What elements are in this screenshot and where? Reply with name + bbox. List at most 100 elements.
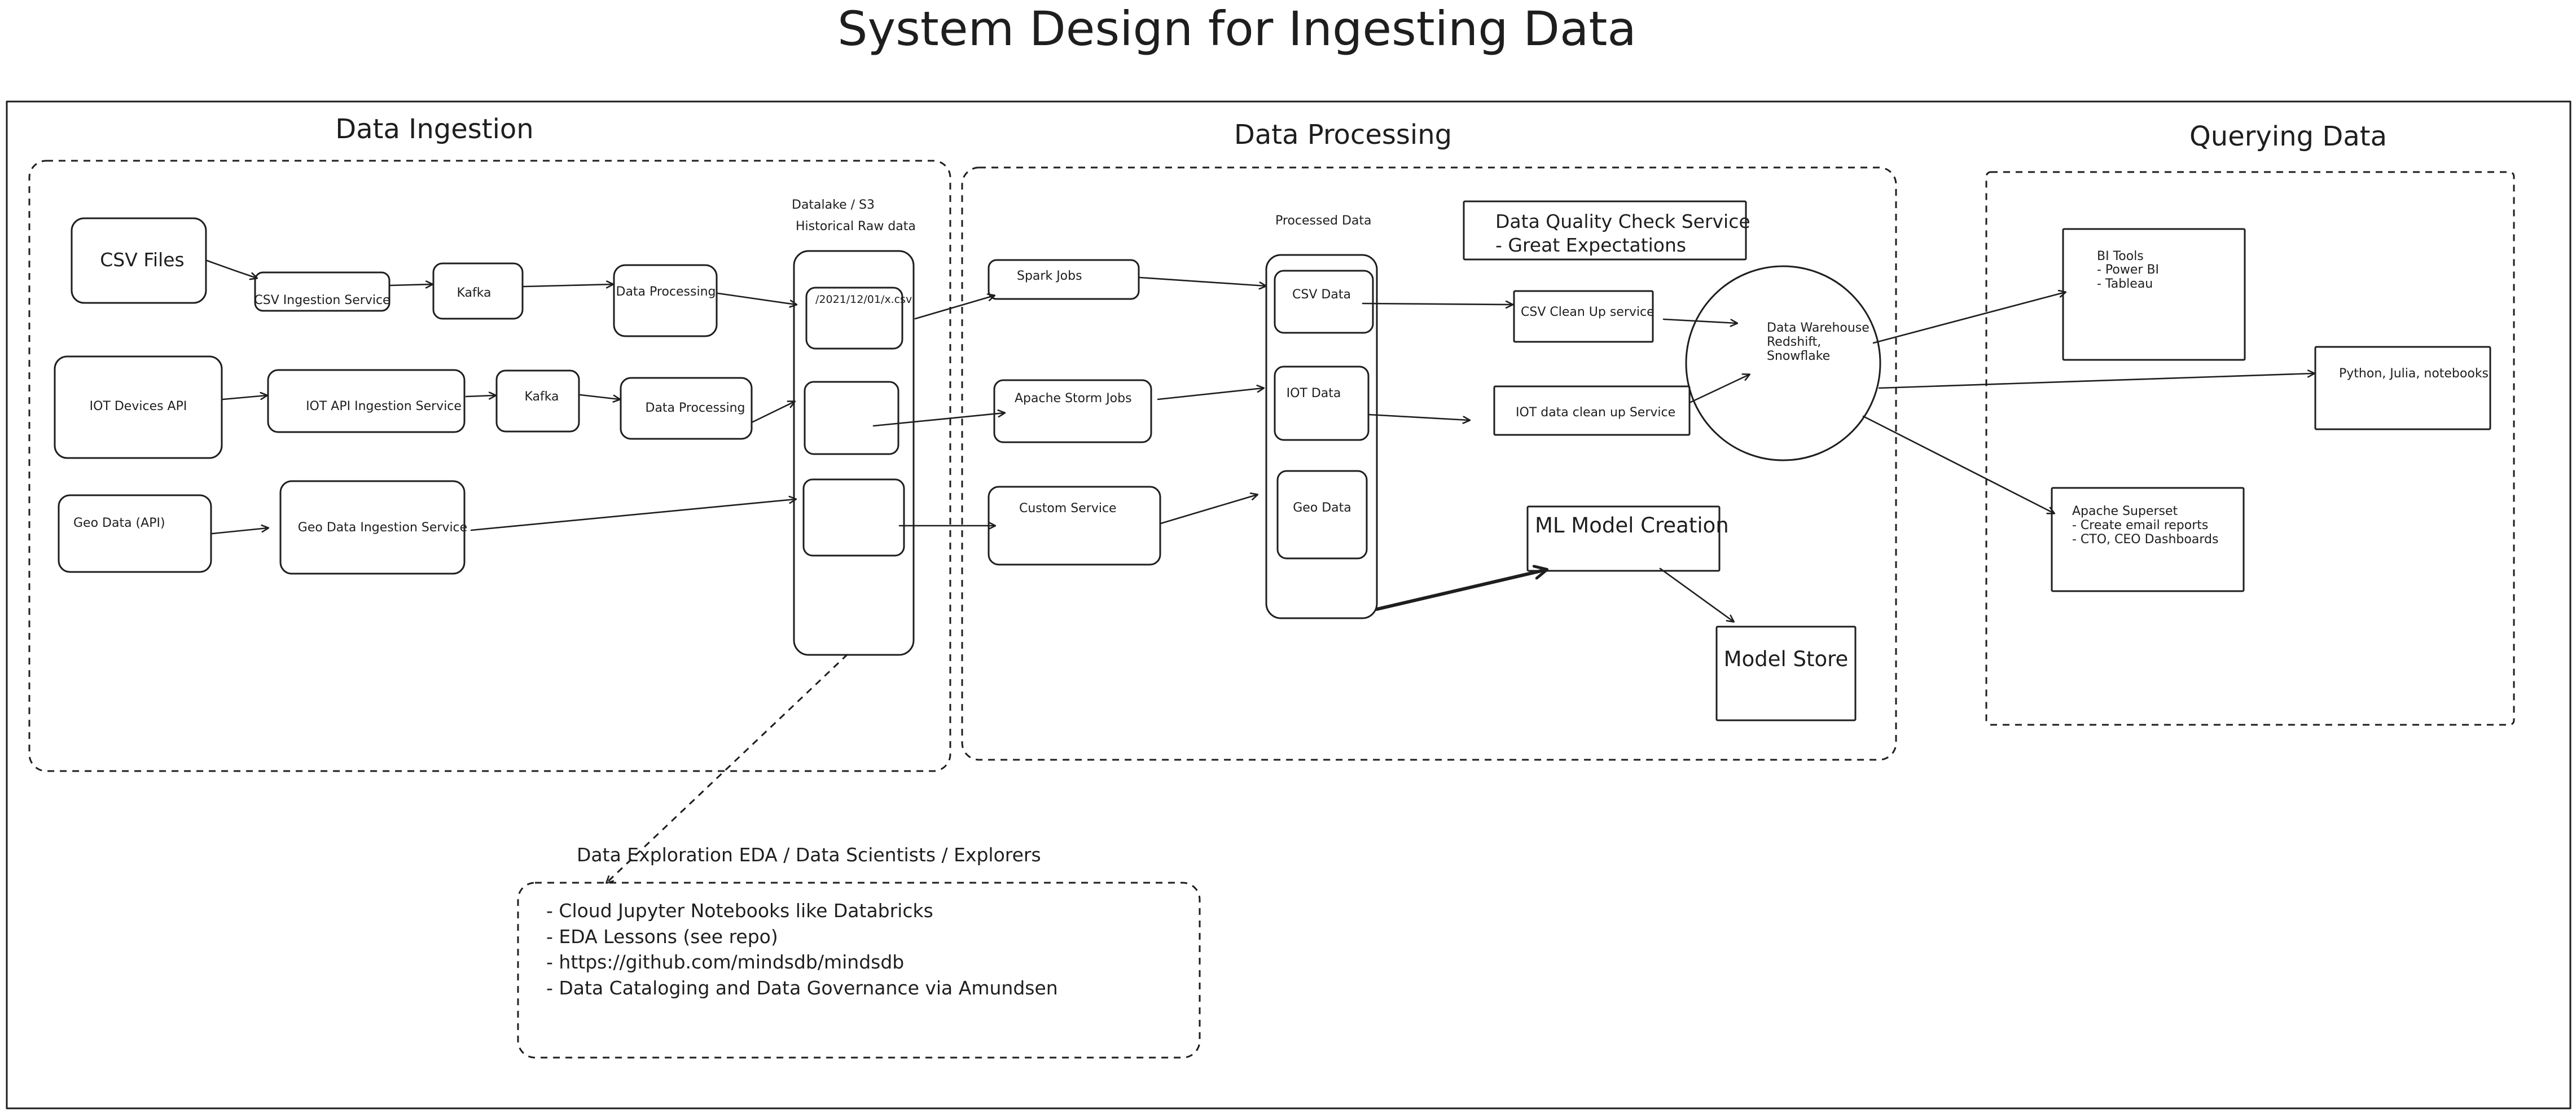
- data-quality-check-node: Data Quality Check Service - Great Expec…: [1463, 200, 1750, 261]
- ml-model-creation-node: ML Model Creation: [1526, 505, 1729, 572]
- data-processing-2-label: Data Processing: [646, 401, 745, 415]
- arrow-geo-api-to-ingestion: [211, 528, 268, 535]
- arrow-csv-ingestion-to-kafka: [389, 284, 432, 285]
- iot-data-label: IOT Data: [1287, 386, 1341, 400]
- csv-cleanup-label: CSV Clean Up service: [1521, 305, 1655, 319]
- arrow-kafka-to-processing-1: [523, 284, 613, 287]
- apache-superset-node: Apache Superset - Create email reports -…: [2051, 487, 2245, 592]
- iot-api-ingestion-service-label: IOT API Ingestion Service: [306, 399, 462, 413]
- data-warehouse-node: Data Warehouse Redshift, Snowflake: [1685, 265, 1881, 461]
- arrow-processing-1-to-datalake: [717, 292, 796, 305]
- notebooks-node: Python, Julia, notebooks: [2314, 346, 2491, 430]
- model-store-node: Model Store: [1715, 626, 1857, 721]
- apache-storm-jobs-node: Apache Storm Jobs: [993, 379, 1152, 443]
- warehouse-line-1: Data Warehouse: [1767, 321, 1870, 335]
- iot-devices-api-node: IOT Devices API: [54, 355, 223, 459]
- arrow-datalake-to-storm: [872, 413, 1004, 427]
- arrow-datalake-to-spark: [914, 296, 994, 320]
- processed-data-label: Processed Data: [1275, 214, 1371, 228]
- diagram-title: System Design for Ingesting Data: [837, 1, 1636, 56]
- iot-data-slot: [1274, 366, 1370, 441]
- kafka-1-node: Kafka: [432, 262, 524, 320]
- arrow-warehouse-to-superset: [1862, 415, 2054, 513]
- arrow-custom-to-processed: [1160, 495, 1257, 525]
- spark-jobs-label: Spark Jobs: [1017, 269, 1082, 283]
- bi-tools-node: BI Tools - Power BI - Tableau: [2062, 228, 2246, 361]
- kafka-2-node: Kafka: [495, 369, 580, 433]
- processed-data-node: CSV Data Geo Data: [1265, 254, 1378, 619]
- custom-service-label: Custom Service: [1019, 501, 1117, 516]
- arrow-kafka-2-to-processing-2: [579, 394, 620, 399]
- exploration-heading: Data Exploration EDA / Data Scientists /…: [577, 844, 1041, 866]
- outer-frame: [6, 100, 2571, 1109]
- ml-model-creation-label: ML Model Creation: [1535, 513, 1729, 538]
- exploration-item-3: - https://github.com/mindsdb/mindsdb: [546, 951, 904, 973]
- iot-cleanup-label: IOT data clean up Service: [1516, 406, 1675, 420]
- geo-data-api-node: Geo Data (API): [58, 494, 212, 573]
- iot-cleanup-node: IOT data clean up Service: [1493, 385, 1691, 436]
- section-heading-processing: Data Processing: [1234, 119, 1452, 151]
- arrow-warehouse-to-notebooks: [1878, 373, 2314, 389]
- bi-tools-line-3: - Tableau: [2097, 277, 2153, 291]
- arrow-iot-data-to-cleanup: [1367, 413, 1469, 420]
- csv-data-label: CSV Data: [1292, 288, 1351, 302]
- warehouse-line-2: Redshift,: [1767, 335, 1821, 349]
- spark-jobs-node: Spark Jobs: [988, 259, 1140, 300]
- csv-ingestion-service-label: CSV Ingestion Service: [254, 293, 390, 307]
- exploration-item-2: - EDA Lessons (see repo): [546, 926, 778, 948]
- kafka-1-label: Kafka: [457, 286, 491, 300]
- csv-data-slot: [1274, 270, 1374, 334]
- kafka-2-label: Kafka: [524, 390, 559, 404]
- bi-tools-line-1: BI Tools: [2097, 249, 2144, 263]
- arrow-processing-2-to-datalake: [752, 402, 795, 423]
- notebooks-label: Python, Julia, notebooks: [2339, 367, 2489, 381]
- data-processing-1-label: Data Processing: [616, 285, 716, 299]
- data-quality-line-1: Data Quality Check Service: [1495, 210, 1750, 232]
- section-heading-ingestion: Data Ingestion: [335, 113, 533, 145]
- geo-data-api-label: Geo Data (API): [73, 516, 165, 530]
- datalake-slot-2: [804, 381, 899, 455]
- arrow-iot-cleanup-to-warehouse: [1689, 375, 1749, 403]
- data-processing-1-node: Data Processing: [613, 264, 718, 337]
- csv-files-node: CSV Files: [71, 217, 207, 304]
- data-processing-2-node: Data Processing: [620, 377, 753, 440]
- bi-tools-line-2: - Power BI: [2097, 263, 2159, 277]
- arrow-storm-to-processed: [1157, 388, 1263, 400]
- datalake-label: Datalake / S3: [792, 198, 875, 212]
- arrow-csv-files-to-ingestion: [206, 259, 257, 278]
- arrow-iot-api-to-ingestion: [222, 395, 267, 400]
- arrow-warehouse-to-bi: [1872, 292, 2065, 344]
- csv-cleanup-node: CSV Clean Up service: [1513, 290, 1655, 343]
- system-design-diagram: System Design for Ingesting Data Data In…: [6, 1, 2571, 1109]
- superset-line-3: - CTO, CEO Dashboards: [2072, 532, 2218, 547]
- arrow-csv-data-to-cleanup: [1362, 303, 1512, 305]
- datalake-sublabel: Historical Raw data: [796, 219, 916, 234]
- arrow-geo-ingestion-to-datalake: [470, 499, 796, 531]
- arrow-ml-to-model-store: [1659, 567, 1734, 622]
- arrow-iot-ingestion-to-kafka: [465, 395, 495, 397]
- superset-line-1: Apache Superset: [2072, 504, 2178, 518]
- exploration-item-1: - Cloud Jupyter Notebooks like Databrick…: [546, 900, 933, 922]
- superset-line-2: - Create email reports: [2072, 518, 2208, 532]
- csv-files-label: CSV Files: [100, 249, 184, 271]
- apache-storm-jobs-label: Apache Storm Jobs: [1015, 391, 1132, 406]
- csv-ingestion-service-node: CSV Ingestion Service: [254, 271, 390, 312]
- querying-container: [1985, 171, 2515, 726]
- arrow-csv-cleanup-to-warehouse: [1662, 318, 1737, 323]
- geo-data-label: Geo Data: [1293, 501, 1351, 515]
- geo-data-ingestion-service-label: Geo Data Ingestion Service: [298, 521, 467, 535]
- arrow-spark-to-processed: [1139, 276, 1266, 286]
- iot-devices-api-label: IOT Devices API: [90, 399, 187, 413]
- model-store-label: Model Store: [1724, 647, 1849, 671]
- datalake-node: /2021/12/01/x.csv: [793, 250, 915, 656]
- custom-service-node: Custom Service: [988, 486, 1161, 566]
- data-quality-line-2: - Great Expectations: [1495, 234, 1686, 256]
- geo-data-ingestion-service-node: Geo Data Ingestion Service: [279, 480, 467, 575]
- exploration-item-4: - Data Cataloging and Data Governance vi…: [546, 977, 1058, 999]
- warehouse-line-3: Snowflake: [1767, 349, 1830, 363]
- datalake-file-label: /2021/12/01/x.csv: [815, 293, 912, 306]
- section-heading-querying: Querying Data: [2189, 121, 2387, 152]
- iot-api-ingestion-service-node: IOT API Ingestion Service: [267, 369, 466, 433]
- datalake-slot-3: [802, 478, 905, 557]
- arrow-processed-to-ml: [1375, 570, 1546, 611]
